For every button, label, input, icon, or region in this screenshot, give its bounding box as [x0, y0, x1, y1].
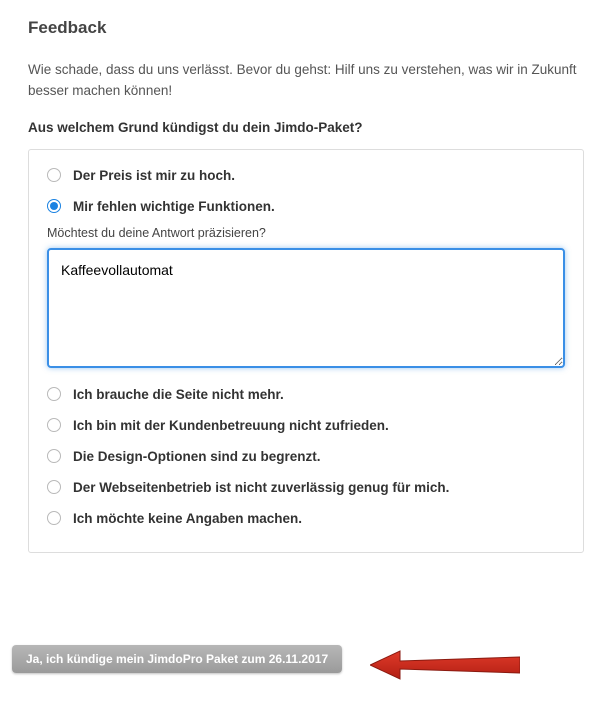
option-price[interactable]: Der Preis ist mir zu hoch. — [47, 168, 565, 183]
option-no-answer[interactable]: Ich möchte keine Angaben machen. — [47, 511, 565, 526]
option-support[interactable]: Ich bin mit der Kundenbetreuung nicht zu… — [47, 418, 565, 433]
option-design[interactable]: Die Design-Optionen sind zu begrenzt. — [47, 449, 565, 464]
page-title: Feedback — [28, 18, 584, 38]
radio-reliability[interactable] — [47, 480, 61, 494]
confirm-cancel-button[interactable]: Ja, ich kündige mein JimdoPro Paket zum … — [12, 645, 342, 673]
reasons-panel: Der Preis ist mir zu hoch. Mir fehlen wi… — [28, 149, 584, 553]
answer-textarea[interactable] — [47, 248, 565, 368]
submit-row: Ja, ich kündige mein JimdoPro Paket zum … — [12, 645, 342, 673]
option-label: Ich möchte keine Angaben machen. — [73, 511, 302, 526]
radio-support[interactable] — [47, 418, 61, 432]
option-label: Ich bin mit der Kundenbetreuung nicht zu… — [73, 418, 389, 433]
option-label: Der Preis ist mir zu hoch. — [73, 168, 235, 183]
radio-no-need[interactable] — [47, 387, 61, 401]
followup-question: Möchtest du deine Antwort präzisieren? — [47, 226, 565, 240]
radio-missing-features[interactable] — [47, 199, 61, 213]
option-label: Der Webseitenbetrieb ist nicht zuverläss… — [73, 480, 449, 495]
radio-design[interactable] — [47, 449, 61, 463]
radio-no-answer[interactable] — [47, 511, 61, 525]
question-text: Aus welchem Grund kündigst du dein Jimdo… — [28, 120, 584, 135]
option-label: Mir fehlen wichtige Funktionen. — [73, 199, 275, 214]
option-label: Die Design-Optionen sind zu begrenzt. — [73, 449, 321, 464]
option-missing-features[interactable]: Mir fehlen wichtige Funktionen. — [47, 199, 565, 214]
option-reliability[interactable]: Der Webseitenbetrieb ist nicht zuverläss… — [47, 480, 565, 495]
option-no-need[interactable]: Ich brauche die Seite nicht mehr. — [47, 387, 565, 402]
option-label: Ich brauche die Seite nicht mehr. — [73, 387, 284, 402]
intro-text: Wie schade, dass du uns verlässt. Bevor … — [28, 60, 584, 102]
followup-block: Möchtest du deine Antwort präzisieren? — [47, 226, 565, 373]
radio-price[interactable] — [47, 168, 61, 182]
annotation-arrow-icon — [370, 645, 520, 685]
